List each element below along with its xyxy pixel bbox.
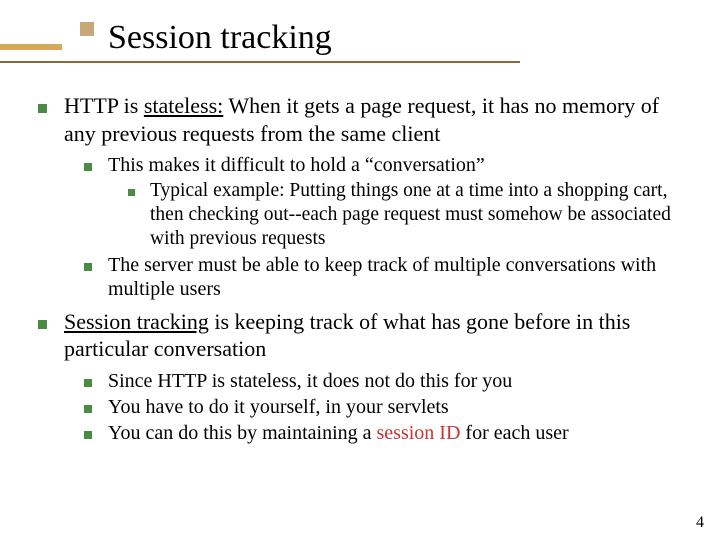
bullet-1: HTTP is stateless: When it gets a page r… [38, 92, 690, 302]
bullet-2: Session tracking is keeping track of wha… [38, 308, 690, 446]
slide-title: Session tracking [108, 18, 680, 57]
text: for each user [460, 422, 568, 444]
bullet-2b: You have to do it yourself, in your serv… [84, 395, 690, 419]
bullet-icon [128, 189, 135, 196]
bullet-icon [84, 379, 92, 387]
bullet-list-level3: Typical example: Putting things one at a… [108, 179, 690, 250]
bullet-list-level2: Since HTTP is stateless, it does not do … [64, 369, 690, 446]
bullet-2c: You can do this by maintaining a session… [84, 421, 690, 445]
title-underline [0, 61, 520, 63]
title-accent-square [80, 22, 94, 36]
bullet-icon [38, 320, 47, 329]
bullet-list-level1: HTTP is stateless: When it gets a page r… [38, 92, 690, 446]
page-number: 4 [696, 514, 704, 532]
title-accent-bar [0, 44, 62, 50]
text: This makes it difficult to hold a “conve… [108, 154, 485, 176]
bullet-2a: Since HTTP is stateless, it does not do … [84, 369, 690, 393]
title-area: Session tracking [38, 18, 680, 63]
text: HTTP is [64, 93, 144, 118]
text: Typical example: Putting things one at a… [150, 180, 671, 249]
text-underlined: stateless: [144, 93, 223, 118]
bullet-icon [84, 405, 92, 413]
bullet-list-level2: This makes it difficult to hold a “conve… [64, 153, 690, 302]
bullet-1b: The server must be able to keep track of… [84, 253, 690, 302]
text: Since HTTP is stateless, it does not do … [108, 370, 512, 392]
bullet-1a1: Typical example: Putting things one at a… [128, 179, 690, 250]
bullet-icon [38, 104, 47, 113]
bullet-icon [84, 431, 92, 439]
text: The server must be able to keep track of… [108, 254, 656, 300]
text: You have to do it yourself, in your serv… [108, 396, 449, 418]
text: When it gets a page request, it has [223, 93, 534, 118]
bullet-icon [84, 163, 92, 171]
slide-body: HTTP is stateless: When it gets a page r… [38, 92, 690, 452]
text: You can do this by maintaining a [108, 422, 377, 444]
slide: Session tracking HTTP is stateless: When… [0, 0, 720, 540]
bullet-1a: This makes it difficult to hold a “conve… [84, 153, 690, 251]
text-highlight: session ID [377, 422, 461, 444]
text-underlined: Session tracking [64, 309, 209, 334]
bullet-icon [84, 263, 92, 271]
text-emphasis: no memory [534, 93, 635, 118]
